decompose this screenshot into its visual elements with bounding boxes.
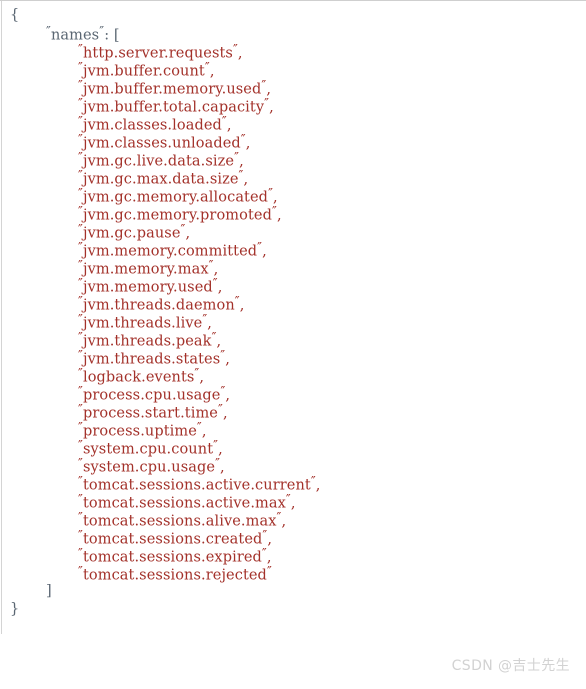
json-key-line: ″names″: [ [0, 24, 586, 44]
metric-name-row: ″jvm.threads.daemon″, [0, 294, 586, 314]
metric-name-row: ″jvm.buffer.count″, [0, 60, 586, 80]
array-separator-comma: , [222, 405, 228, 422]
array-separator-comma: , [276, 207, 282, 224]
metric-name-row: ″jvm.threads.live″, [0, 312, 586, 332]
array-separator-comma: , [315, 477, 321, 494]
json-string-array: ″http.server.requests″, ″jvm.buffer.count… [0, 42, 586, 584]
metric-name-value: tomcat.sessions.rejected [82, 567, 267, 584]
array-separator-comma: , [239, 297, 245, 314]
json-close-brace-line: } [0, 600, 586, 618]
open-brace: { [10, 7, 20, 23]
metric-name-row: ″jvm.threads.peak″, [0, 330, 586, 350]
json-code-block: { ″names″: [ ″http.server.requests″, ″jvm… [0, 6, 586, 618]
close-bracket: ] [46, 583, 52, 599]
metric-name-row: ″tomcat.sessions.created″, [0, 528, 586, 548]
metric-name-row: ″jvm.memory.max″, [0, 258, 586, 278]
metric-name-row: ″jvm.buffer.total.capacity″, [0, 96, 586, 116]
metric-name-row: ″http.server.requests″, [0, 42, 586, 62]
metric-name-row: ″jvm.threads.states″, [0, 348, 586, 368]
metric-name-row: ″system.cpu.count″, [0, 438, 586, 458]
metric-name-row: ″tomcat.sessions.active.max″, [0, 492, 586, 512]
array-separator-comma: , [290, 495, 296, 512]
metric-name-row: ″tomcat.sessions.alive.max″, [0, 510, 586, 530]
metric-name-row: ″system.cpu.usage″, [0, 456, 586, 476]
array-separator-comma: , [237, 45, 243, 62]
string-quote-close: ″ [266, 565, 272, 580]
metric-name-row: ″jvm.gc.live.data.size″, [0, 150, 586, 170]
metric-name-row: ″jvm.classes.loaded″, [0, 114, 586, 134]
metric-name-row: ″tomcat.sessions.expired″, [0, 546, 586, 566]
array-separator-comma: , [225, 351, 230, 368]
metric-name-row: ″logback.events″, [0, 366, 586, 386]
json-close-bracket-line: ] [0, 582, 586, 600]
array-separator-comma: , [245, 135, 251, 152]
metric-name-row: ″tomcat.sessions.rejected″ [0, 564, 586, 584]
metric-name-row: ″jvm.gc.max.data.size″, [0, 168, 586, 188]
metric-name-row: ″process.cpu.usage″, [0, 384, 586, 404]
metric-name-row: ″jvm.gc.memory.promoted″, [0, 204, 586, 224]
top-divider [0, 0, 586, 1]
metric-name-row: ″process.uptime″, [0, 420, 586, 440]
array-separator-comma: , [269, 99, 274, 116]
array-separator-comma: , [262, 243, 267, 260]
metric-name-row: ″jvm.gc.pause″, [0, 222, 586, 242]
metric-name-row: ″jvm.memory.used″, [0, 276, 586, 296]
metric-name-row: ″process.start.time″, [0, 402, 586, 422]
array-separator-comma: , [281, 513, 287, 530]
metric-name-row: ″jvm.buffer.memory.used″, [0, 78, 586, 98]
metric-name-row: ″jvm.classes.unloaded″, [0, 132, 586, 152]
metric-name-row: ″jvm.memory.committed″, [0, 240, 586, 260]
close-brace: } [10, 601, 20, 617]
metric-name-row: ″jvm.gc.memory.allocated″, [0, 186, 586, 206]
metric-name-row: ″tomcat.sessions.active.current″, [0, 474, 586, 494]
json-open-brace-line: { [0, 6, 586, 24]
csdn-watermark: CSDN @吉士先生 [451, 658, 570, 674]
